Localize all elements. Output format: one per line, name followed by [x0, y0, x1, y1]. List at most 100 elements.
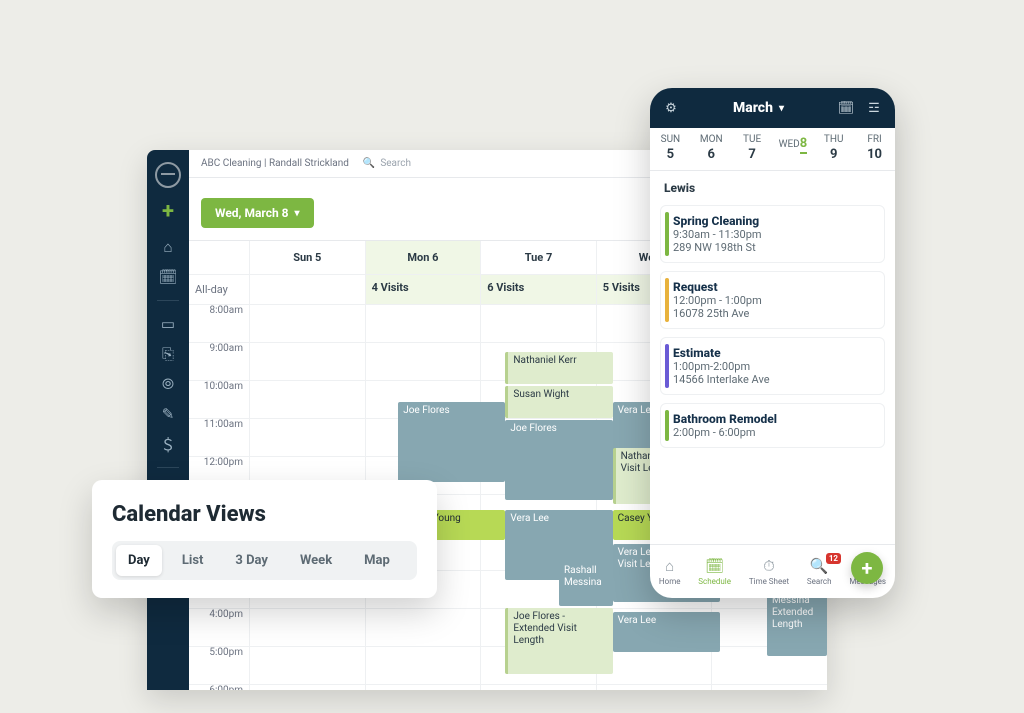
cell[interactable] [711, 684, 827, 690]
view-option-day[interactable]: Day [116, 545, 162, 576]
card-time: 12:00pm - 1:00pm [673, 294, 876, 307]
cell[interactable] [249, 646, 365, 684]
cell[interactable] [480, 304, 596, 342]
chevron-down-icon: ▾ [295, 208, 300, 219]
allday-label: All-day [189, 274, 249, 304]
card-time: 1:00pm-2:00pm [673, 360, 876, 373]
quotes-icon[interactable]: ⦾ [157, 373, 179, 395]
tab-schedule[interactable]: 🗓Schedule [698, 557, 731, 586]
requests-icon[interactable]: ⎘ [157, 343, 179, 365]
time-label: 11:00am [189, 418, 249, 456]
cell[interactable] [596, 684, 712, 690]
tab-home[interactable]: ⌂Home [659, 557, 681, 586]
person-name: Lewis [650, 171, 895, 205]
calendar-event[interactable]: Vera Lee [613, 612, 720, 652]
cell[interactable] [480, 684, 596, 690]
time-label: 10:00am [189, 380, 249, 418]
col-header: Mon 6 [365, 241, 481, 274]
card-title: Spring Cleaning [673, 214, 876, 228]
jobs-icon[interactable]: ✎ [157, 403, 179, 425]
view-option-list[interactable]: List [170, 545, 216, 576]
time-label: 4:00pm [189, 608, 249, 646]
day-cell[interactable]: TUE7 [732, 128, 773, 170]
breadcrumb: ABC Cleaning | Randall Strickland [201, 158, 349, 169]
calendar-event[interactable]: Rashall Messina [559, 562, 613, 606]
time-sheet-icon: ⏱ [749, 557, 789, 575]
cell[interactable] [249, 608, 365, 646]
crumb-user: Randall Strickland [269, 158, 349, 169]
time-label: 6:00pm [189, 684, 249, 690]
card-address: 16078 25th Ave [673, 307, 876, 320]
schedule-card[interactable]: Estimate1:00pm-2:00pm14566 Interlake Ave [660, 337, 885, 395]
invoices-icon[interactable]: ＄ [157, 433, 179, 455]
messages-badge: 12 [826, 553, 841, 564]
cell[interactable] [249, 380, 365, 418]
mobile-app-mockup: ⚙ March ▾ 🗓 ☲ SUN5MON6TUE7WED8THU9FRI10 … [650, 88, 895, 598]
view-option-3-day[interactable]: 3 Day [223, 545, 280, 576]
home-icon[interactable]: ⌂ [157, 236, 179, 258]
day-cell[interactable]: MON6 [691, 128, 732, 170]
search-icon: 🔍 [363, 158, 375, 169]
view-option-week[interactable]: Week [288, 545, 344, 576]
cell[interactable] [365, 342, 481, 380]
cell[interactable] [365, 608, 481, 646]
allday-cell[interactable]: 4 Visits [365, 274, 481, 304]
calendar-event[interactable]: Nathaniel Kerr [505, 352, 612, 384]
cell[interactable] [365, 304, 481, 342]
calendar-event[interactable]: Joe Flores [505, 420, 612, 500]
cell[interactable] [249, 342, 365, 380]
settings-icon[interactable]: ⚙ [662, 99, 680, 117]
col-header: Sun 5 [249, 241, 365, 274]
cell[interactable] [365, 646, 481, 684]
calendar-icon[interactable]: 🗓 [837, 99, 855, 117]
schedule-icon: 🗓 [698, 557, 731, 575]
time-label: 5:00pm [189, 646, 249, 684]
allday-cell[interactable]: 6 Visits [480, 274, 596, 304]
search-input[interactable]: 🔍 Search [363, 158, 411, 169]
card-time: 2:00pm - 6:00pm [673, 426, 876, 439]
view-segmented-control: Day List3 Day Week Map [112, 541, 417, 580]
schedule-card[interactable]: Bathroom Remodel2:00pm - 6:00pm [660, 403, 885, 448]
day-cell[interactable]: THU9 [813, 128, 854, 170]
sidebar-separator [157, 467, 179, 468]
filter-icon[interactable]: ☲ [865, 99, 883, 117]
calendar-event[interactable]: Joe Flores [398, 402, 505, 482]
day-cell[interactable]: FRI10 [854, 128, 895, 170]
sidebar-separator [157, 300, 179, 301]
card-title: Bathroom Remodel [673, 412, 876, 426]
card-title: Estimate [673, 346, 876, 360]
card-title: Request [673, 280, 876, 294]
allday-cell[interactable] [249, 274, 365, 304]
date-label: Wed, March 8 [215, 206, 289, 220]
calendar-views-popover: Calendar Views Day List3 Day Week Map [92, 480, 437, 598]
month-label: March [733, 100, 773, 116]
schedule-card[interactable]: Request12:00pm - 1:00pm16078 25th Ave [660, 271, 885, 329]
app-logo-icon [155, 162, 181, 188]
card-time: 9:30am - 11:30pm [673, 228, 876, 241]
crumb-company: ABC Cleaning [201, 158, 262, 169]
cell[interactable] [365, 684, 481, 690]
add-button[interactable]: + [147, 192, 189, 230]
view-option-map[interactable]: Map [352, 545, 402, 576]
sidebar-nav: ⌂ 🗓 ▭ ⎘ ⦾ ✎ ＄ ▢ [157, 236, 179, 502]
day-cell[interactable]: SUN5 [650, 128, 691, 170]
popover-title: Calendar Views [112, 502, 417, 527]
month-picker[interactable]: March ▾ [733, 100, 784, 116]
mobile-topbar: ⚙ March ▾ 🗓 ☲ [650, 88, 895, 128]
clients-icon[interactable]: ▭ [157, 313, 179, 335]
home-icon: ⌂ [659, 557, 681, 575]
cell[interactable] [249, 684, 365, 690]
cell[interactable] [249, 304, 365, 342]
calendar-event[interactable]: Joe Flores - Extended Visit Length [505, 608, 612, 674]
calendar-icon[interactable]: 🗓 [157, 266, 179, 288]
time-label: 8:00am [189, 304, 249, 342]
calendar-event[interactable]: Susan Wight [505, 386, 612, 418]
cell[interactable] [249, 418, 365, 456]
date-picker-button[interactable]: Wed, March 8 ▾ [201, 198, 314, 228]
tab-time-sheet[interactable]: ⏱Time Sheet [749, 557, 789, 586]
fab-add-button[interactable]: + [851, 552, 883, 584]
search-placeholder: Search [380, 158, 411, 169]
day-cell[interactable]: WED8 [772, 128, 813, 170]
week-strip: SUN5MON6TUE7WED8THU9FRI10 [650, 128, 895, 171]
schedule-card[interactable]: Spring Cleaning9:30am - 11:30pm289 NW 19… [660, 205, 885, 263]
